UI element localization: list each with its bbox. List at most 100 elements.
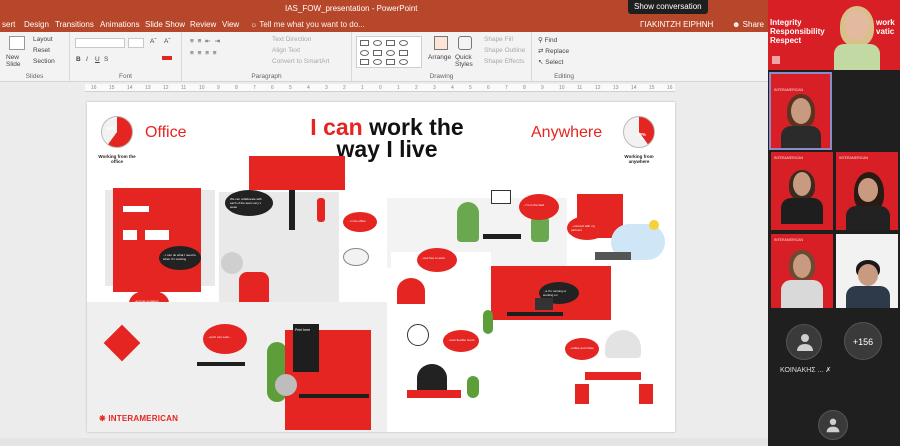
powerpoint-title-bar: IAS_FOW_presentation - PowerPoint Show c…	[0, 0, 768, 18]
participant-tile-2[interactable]: INTERAMERICAN	[771, 152, 833, 230]
bubble-collaborate: We can collaborate with each of the team…	[225, 190, 273, 216]
ruler-tick: 1	[397, 85, 400, 91]
office-doc-icon	[123, 230, 137, 240]
decrease-font-icon[interactable]: Aˇ	[164, 38, 171, 45]
participant-2-body	[781, 198, 823, 224]
tab-transitions[interactable]: Transitions	[55, 20, 94, 29]
find-button[interactable]: ⚲ Find	[538, 36, 557, 44]
lamp-icon	[605, 330, 641, 358]
slide-headline: I can work the way I live	[272, 116, 502, 161]
person-icon: ☻	[732, 20, 741, 29]
ruler-tick: 16	[91, 85, 97, 91]
ruler-tick: 2	[343, 85, 346, 91]
tell-me-search[interactable]: ☼ Tell me what you want to do...	[250, 20, 365, 29]
participant-tile-4[interactable]: INTERAMERICAN	[771, 234, 833, 308]
bold-button[interactable]: B	[76, 56, 81, 63]
participant-avatar[interactable]	[786, 324, 822, 360]
show-conversation-button[interactable]: Show conversation	[628, 0, 708, 14]
office-chart-icon	[123, 206, 149, 212]
arrow-connector-icon	[343, 248, 369, 266]
horizontal-ruler[interactable]: 16 15 14 13 12 11 10 9 8 7 6 5 4 3 2 1 0 1 2 3 4 5 6 7 8 9 10 11 12 1…	[85, 84, 675, 92]
cafe-table-icon	[585, 372, 641, 380]
layout-button[interactable]: Layout	[33, 36, 53, 43]
replace-button[interactable]: ⇄ Replace	[538, 47, 569, 55]
shape-effects-button[interactable]: Shape Effects	[484, 58, 524, 65]
replace-icon: ⇄	[538, 48, 544, 55]
signed-in-user[interactable]: ΓΙΑΚΙΝΤΖΗ ΕΙΡΗΝΗ	[640, 20, 713, 29]
office-caption: Working from the office	[98, 154, 136, 164]
group-slides: New Slide Layout Reset Section Slides	[0, 32, 70, 82]
clock-icon	[275, 374, 297, 396]
tab-design[interactable]: Design	[24, 20, 49, 29]
quick-styles-icon	[458, 36, 472, 50]
select-button[interactable]: ↖ Select	[538, 58, 563, 66]
tab-slide-show[interactable]: Slide Show	[145, 20, 185, 29]
participant-tile-3[interactable]: INTERAMERICAN	[836, 152, 898, 230]
bubble-flexible: ...work flexible hours	[443, 330, 479, 352]
section-button[interactable]: Section	[33, 58, 55, 65]
participant-tile-5[interactable]	[836, 234, 898, 308]
reset-button[interactable]: Reset	[33, 47, 50, 54]
ruler-tick: 11	[181, 85, 187, 91]
participant-name-text: ΚΟΙΝΑΚΗΣ ...	[780, 367, 824, 374]
tree-icon	[457, 202, 479, 242]
shape-outline-button[interactable]: Shape Outline	[484, 47, 525, 54]
align-icons[interactable]: ≡ ≡ ≡ ≡	[190, 50, 218, 57]
tab-review[interactable]: Review	[190, 20, 216, 29]
shapes-gallery[interactable]	[356, 36, 422, 68]
ruler-tick: 10	[559, 85, 565, 91]
person-standing-icon	[289, 190, 295, 230]
person-silhouette-icon	[826, 418, 840, 433]
presenter-video-tile[interactable]: Integrity Responsibility Respect work va…	[768, 0, 900, 70]
font-size-input[interactable]	[128, 38, 144, 48]
mic-muted-icon: ✗	[825, 367, 832, 374]
italic-button[interactable]: I	[86, 56, 88, 63]
banner-values-text: Integrity Responsibility Respect	[770, 18, 825, 45]
quick-styles-button[interactable]: Quick Styles	[455, 54, 475, 68]
ruler-tick: 8	[523, 85, 526, 91]
group-paragraph: ≡ ≡ ⇤ ⇥ ≡ ≡ ≡ ≡ Text Direction Align Tex…	[182, 32, 352, 82]
printer-text: Print here	[295, 328, 311, 332]
font-name-input[interactable]	[75, 38, 125, 48]
paragraph-group-label: Paragraph	[251, 73, 282, 80]
new-slide-button[interactable]: New Slide	[6, 54, 30, 68]
align-text-button[interactable]: Align Text	[272, 47, 300, 54]
bullets-icon[interactable]: ≡ ≡ ⇤ ⇥	[190, 37, 221, 45]
person-sitting-icon	[397, 278, 425, 304]
bubble-sync-text: ...connect with my partners	[571, 224, 596, 232]
strikethrough-button[interactable]: S	[104, 56, 108, 63]
convert-smartart-button[interactable]: Convert to SmartArt	[272, 58, 329, 65]
bubble-focus-text: ...I can do what I need to when I'm work…	[163, 253, 196, 261]
self-avatar[interactable]	[818, 410, 848, 440]
ruler-tick: 13	[613, 85, 619, 91]
select-label: Select	[545, 59, 564, 66]
ruler-tick: 0	[379, 85, 382, 91]
ruler-tick: 6	[487, 85, 490, 91]
tab-animations[interactable]: Animations	[100, 20, 140, 29]
tab-insert[interactable]: sert	[2, 20, 15, 29]
office-pie-label: 60%	[107, 126, 117, 131]
more-participants-button[interactable]: +156	[844, 322, 882, 360]
bubble-free: ...feel free to work	[417, 248, 457, 272]
font-color-icon[interactable]	[162, 56, 172, 60]
person-red-dress-icon	[317, 198, 325, 222]
increase-font-icon[interactable]: Aˆ	[150, 38, 157, 45]
sun-icon	[649, 220, 659, 230]
ruler-tick: 3	[325, 85, 328, 91]
tab-view[interactable]: View	[222, 20, 239, 29]
red-armchair-icon	[239, 272, 269, 304]
shape-fill-button[interactable]: Shape Fill	[484, 36, 513, 43]
slide-canvas[interactable]: 60% Working from the office Office I can…	[87, 102, 675, 432]
ruler-tick: 3	[433, 85, 436, 91]
screen: IAS_FOW_presentation - PowerPoint Show c…	[0, 0, 900, 446]
share-button[interactable]: ☻ Share	[732, 20, 764, 29]
tile-2-label: INTERAMERICAN	[774, 156, 803, 160]
cursor-icon: ↖	[538, 59, 544, 66]
arrange-button[interactable]: Arrange	[428, 54, 451, 61]
yoga-person-icon	[417, 364, 447, 392]
ruler-tick: 9	[217, 85, 220, 91]
participant-tile-1[interactable]: INTERAMERICAN	[769, 72, 832, 150]
text-direction-button[interactable]: Text Direction	[272, 36, 311, 43]
underline-button[interactable]: U	[95, 56, 100, 63]
office-pie-chart	[101, 116, 133, 148]
